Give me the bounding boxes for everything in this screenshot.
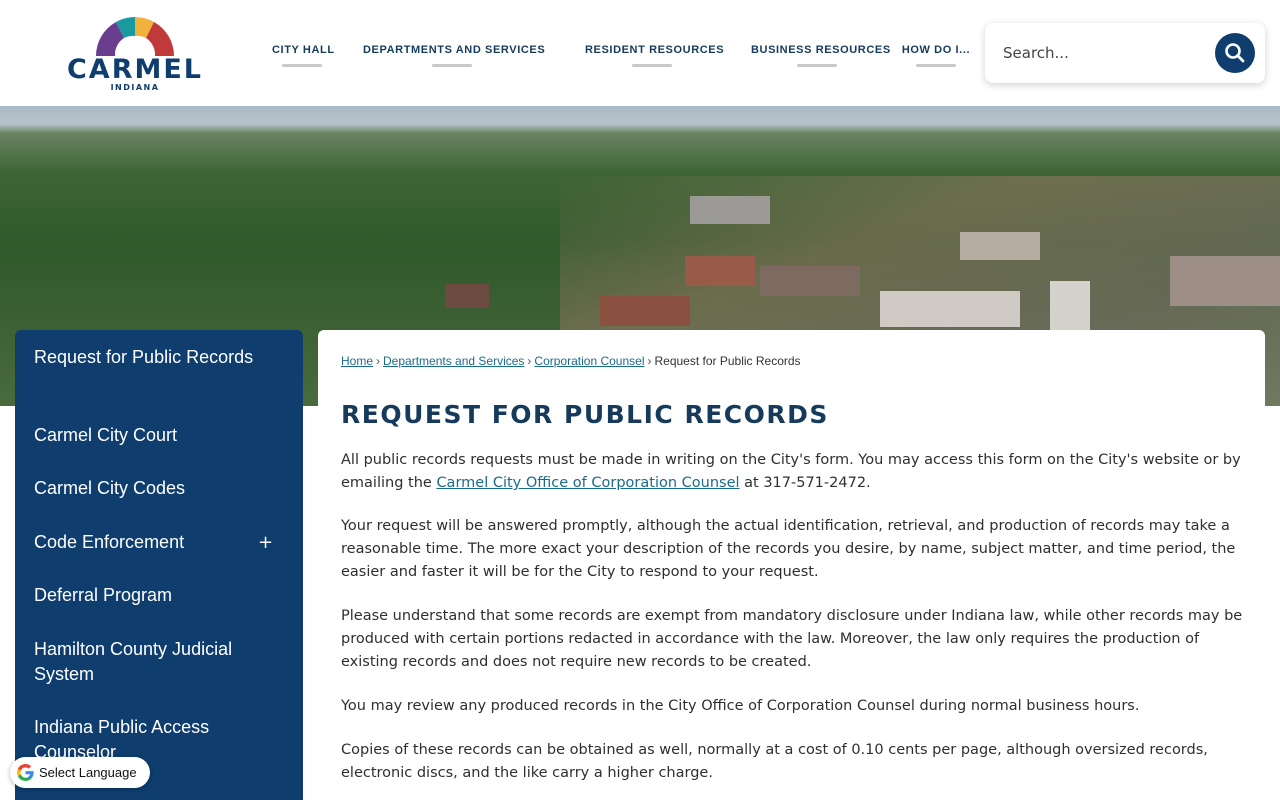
- search-input[interactable]: [997, 37, 1197, 69]
- logo-arch-icon: [96, 17, 174, 56]
- sidebar-item-request-for-public-records[interactable]: Request for Public Records: [34, 345, 254, 370]
- hero-building: [690, 196, 770, 224]
- hero-building: [685, 256, 755, 286]
- nav-underline: [631, 64, 672, 67]
- nav-underline: [282, 64, 322, 67]
- nav-label: CITY HALL: [272, 44, 335, 56]
- paragraph-intro: All public records requests must be made…: [341, 449, 1246, 495]
- sidebar-item-deferral-program[interactable]: Deferral Program: [34, 583, 254, 608]
- select-language-button[interactable]: Select Language: [10, 757, 150, 788]
- nav-business-resources[interactable]: BUSINESS RESOURCES: [751, 44, 890, 70]
- google-g-icon: [17, 764, 34, 781]
- breadcrumb-separator: ›: [376, 354, 381, 368]
- breadcrumb-corporation-counsel-link[interactable]: Corporation Counsel: [534, 354, 644, 368]
- nav-label: DEPARTMENTS AND SERVICES: [363, 44, 546, 56]
- breadcrumb-separator: ›: [647, 354, 652, 368]
- nav-resident-resources[interactable]: RESIDENT RESOURCES: [585, 44, 724, 70]
- nav-how-do-i[interactable]: HOW DO I...: [901, 44, 971, 70]
- hero-building: [1170, 256, 1280, 306]
- paragraph-copies: Copies of these records can be obtained …: [341, 742, 1208, 781]
- hero-building: [600, 296, 690, 326]
- nav-departments-and-services[interactable]: DEPARTMENTS AND SERVICES: [363, 44, 545, 70]
- sidebar-item-code-enforcement[interactable]: Code Enforcement: [34, 530, 254, 555]
- breadcrumb-home-link[interactable]: Home: [341, 354, 373, 368]
- hero-building: [445, 284, 489, 308]
- nav-label: RESIDENT RESOURCES: [585, 44, 725, 56]
- nav-underline: [797, 64, 837, 67]
- paragraph-response-time: Your request will be answered promptly, …: [341, 518, 1236, 580]
- sidebar-item-carmel-city-court[interactable]: Carmel City Court: [34, 423, 254, 448]
- breadcrumb: Home › Departments and Services › Corporatio…: [341, 354, 801, 368]
- search-button[interactable]: [1215, 33, 1255, 73]
- breadcrumb-current: Request for Public Records: [654, 354, 801, 368]
- nav-label: HOW DO I...: [901, 44, 971, 56]
- nav-underline: [432, 64, 472, 67]
- hero-building: [760, 266, 860, 296]
- site-header: CARMEL INDIANA CITY HALL DEPARTMENTS AND…: [0, 0, 1280, 106]
- breadcrumb-departments-link[interactable]: Departments and Services: [383, 354, 524, 368]
- search-icon: [1225, 43, 1245, 63]
- page-title: REQUEST FOR PUBLIC RECORDS: [341, 400, 829, 429]
- breadcrumb-separator: ›: [527, 354, 532, 368]
- logo-state: INDIANA: [110, 83, 160, 92]
- paragraph-exemptions: Please understand that some records are …: [341, 608, 1243, 670]
- hero-building: [1050, 281, 1090, 331]
- nav-underline: [916, 64, 956, 67]
- sidebar-item-carmel-city-codes[interactable]: Carmel City Codes: [34, 476, 254, 501]
- hero-building: [880, 291, 1020, 327]
- paragraph-text: at 317-571-2472.: [739, 475, 871, 491]
- paragraph-review: You may review any produced records in t…: [341, 698, 1140, 714]
- sidebar-item-hamilton-county-judicial-system[interactable]: Hamilton County Judicial System: [34, 637, 254, 687]
- corporation-counsel-link[interactable]: Carmel City Office of Corporation Counse…: [436, 475, 739, 491]
- expand-plus-icon[interactable]: +: [258, 532, 273, 553]
- select-language-label: Select Language: [39, 765, 137, 780]
- nav-city-hall[interactable]: CITY HALL: [272, 44, 335, 70]
- logo-wordmark: CARMEL: [66, 54, 204, 85]
- hero-building: [960, 232, 1040, 260]
- nav-label: BUSINESS RESOURCES: [751, 44, 891, 56]
- carmel-logo[interactable]: CARMEL INDIANA: [60, 12, 210, 92]
